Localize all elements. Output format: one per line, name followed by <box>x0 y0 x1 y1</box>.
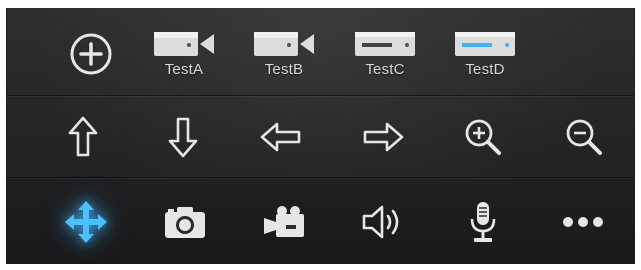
audio-button[interactable] <box>341 186 425 258</box>
move-arrows-icon <box>65 201 107 243</box>
ptz-right-button[interactable] <box>341 102 425 172</box>
more-dots-icon <box>563 217 603 227</box>
control-panel: TestA TestB TestC TestD <box>6 8 635 264</box>
record-button[interactable] <box>242 186 326 258</box>
zoom-out-button[interactable] <box>542 102 626 172</box>
device-row: TestA TestB TestC TestD <box>7 8 634 95</box>
dvr-device-active-icon <box>455 32 515 56</box>
ptz-up-button[interactable] <box>41 102 125 172</box>
more-button[interactable] <box>541 186 625 258</box>
camera-icon <box>165 207 205 238</box>
speaker-icon <box>362 205 399 239</box>
dvr-device-icon <box>355 32 415 56</box>
move-mode-button[interactable] <box>44 186 128 258</box>
ptz-down-button[interactable] <box>141 102 225 172</box>
action-row <box>7 177 634 264</box>
video-camera-icon <box>264 206 304 237</box>
arrow-up-icon <box>68 116 98 157</box>
device-label: TestB <box>264 61 304 78</box>
plus-circle-icon <box>70 33 112 75</box>
camera-device-icon <box>254 32 314 56</box>
arrow-down-icon <box>168 117 198 158</box>
add-device-button[interactable] <box>49 16 133 92</box>
arrow-right-icon <box>363 122 404 152</box>
zoom-in-button[interactable] <box>441 102 525 172</box>
device-testa[interactable]: TestA <box>142 16 226 92</box>
device-testb[interactable]: TestB <box>242 16 326 92</box>
device-label: TestC <box>365 61 405 78</box>
device-label: TestD <box>465 61 505 78</box>
talk-button[interactable] <box>441 186 525 258</box>
device-testc[interactable]: TestC <box>343 16 427 92</box>
ptz-left-button[interactable] <box>239 102 323 172</box>
camera-device-icon <box>154 32 214 56</box>
arrow-left-icon <box>260 122 301 152</box>
ptz-row <box>7 95 634 178</box>
device-testd[interactable]: TestD <box>443 16 527 92</box>
zoom-out-icon <box>566 119 602 155</box>
microphone-icon <box>470 202 496 242</box>
snapshot-button[interactable] <box>143 186 227 258</box>
device-label: TestA <box>164 61 204 78</box>
zoom-in-icon <box>465 119 501 155</box>
